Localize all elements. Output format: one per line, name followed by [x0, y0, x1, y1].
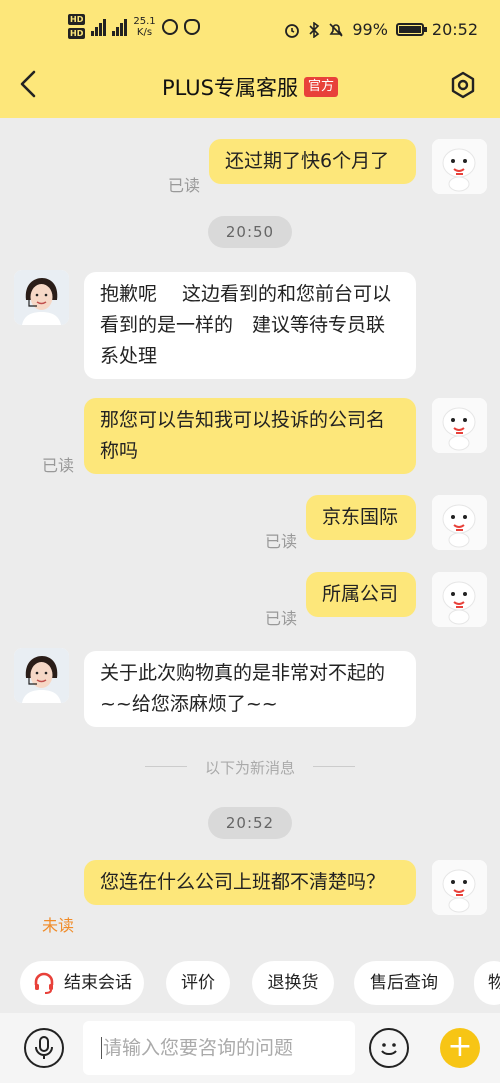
status-left: HD HD 25.1 K/s [68, 14, 200, 39]
unread-status: 未读 [42, 916, 75, 935]
user-avatar[interactable] [432, 495, 487, 550]
user-avatar[interactable] [432, 139, 487, 194]
input-bar: 请输入您要咨询的问题 + [0, 1013, 500, 1083]
timestamp: 20:50 [208, 216, 292, 248]
signal-icon [91, 18, 107, 36]
message-bubble-outgoing[interactable]: 那您可以告知我可以投诉的公司名称吗 [84, 398, 416, 474]
message-bubble-outgoing[interactable]: 还过期了快6个月了 [209, 139, 416, 184]
message-bubble-incoming[interactable]: 抱歉呢 这边看到的和您前台可以看到的是一样的 建议等待专员联系处理 [84, 272, 416, 379]
read-status: 已读 [265, 532, 298, 551]
message-bubble-incoming[interactable]: 关于此次购物真的是非常对不起的~~给您添麻烦了~~ [84, 651, 416, 727]
logistics-chip[interactable]: 物 [474, 961, 500, 1005]
battery-percent: 99% [352, 20, 388, 39]
read-status: 已读 [42, 456, 75, 475]
page-title: PLUS专属客服 官方 [0, 72, 500, 102]
more-button[interactable]: + [440, 1028, 480, 1068]
user-avatar[interactable] [432, 398, 487, 453]
message-bubble-outgoing[interactable]: 所属公司 [306, 572, 416, 617]
official-badge: 官方 [304, 77, 339, 97]
settings-button[interactable] [448, 70, 478, 100]
return-exchange-chip[interactable]: 退换货 [252, 961, 334, 1005]
chip-label: 结束会话 [64, 973, 132, 993]
rate-chip[interactable]: 评价 [166, 961, 230, 1005]
read-status: 已读 [265, 609, 298, 628]
signal-icon-2 [112, 18, 128, 36]
quick-actions: 结束会话 评价 退换货 售后查询 物 [0, 959, 500, 1007]
user-avatar[interactable] [432, 572, 487, 627]
message-bubble-outgoing[interactable]: 您连在什么公司上班都不清楚吗？ [84, 860, 416, 905]
plus-icon: + [447, 1029, 473, 1064]
clock: 20:52 [431, 20, 478, 39]
qq-icon [183, 18, 200, 35]
microphone-icon [35, 1036, 53, 1059]
headset-icon [34, 972, 54, 994]
app-notification-icon [161, 18, 178, 35]
new-messages-divider: 以下为新消息 [145, 757, 355, 777]
page-title-text: PLUS专属客服 [161, 76, 298, 100]
agent-avatar[interactable] [14, 270, 69, 325]
emoji-button[interactable] [369, 1028, 409, 1068]
smiley-icon [381, 1043, 397, 1055]
battery-icon [395, 23, 427, 36]
user-avatar[interactable] [432, 860, 487, 915]
status-right: 99% 20:52 [284, 20, 478, 39]
read-status: 已读 [168, 176, 201, 195]
bluetooth-icon [309, 21, 320, 38]
mute-icon [329, 22, 343, 37]
hd-icon: HD HD [68, 14, 86, 39]
nav-bar: PLUS专属客服 官方 [0, 52, 500, 118]
agent-avatar[interactable] [14, 648, 69, 703]
alarm-icon [285, 23, 300, 38]
message-input[interactable]: 请输入您要咨询的问题 [83, 1021, 355, 1075]
after-sales-chip[interactable]: 售后查询 [354, 961, 454, 1005]
net-speed: 25.1 K/s [133, 15, 156, 38]
status-bar: HD HD 25.1 K/s 99% 20:52 [0, 0, 500, 52]
header: HD HD 25.1 K/s 99% 20:52 PLUS专属客服 官方 [0, 0, 500, 118]
timestamp: 20:52 [208, 807, 292, 839]
voice-button[interactable] [24, 1028, 64, 1068]
message-bubble-outgoing[interactable]: 京东国际 [306, 495, 416, 540]
end-session-chip[interactable]: 结束会话 [20, 961, 144, 1005]
